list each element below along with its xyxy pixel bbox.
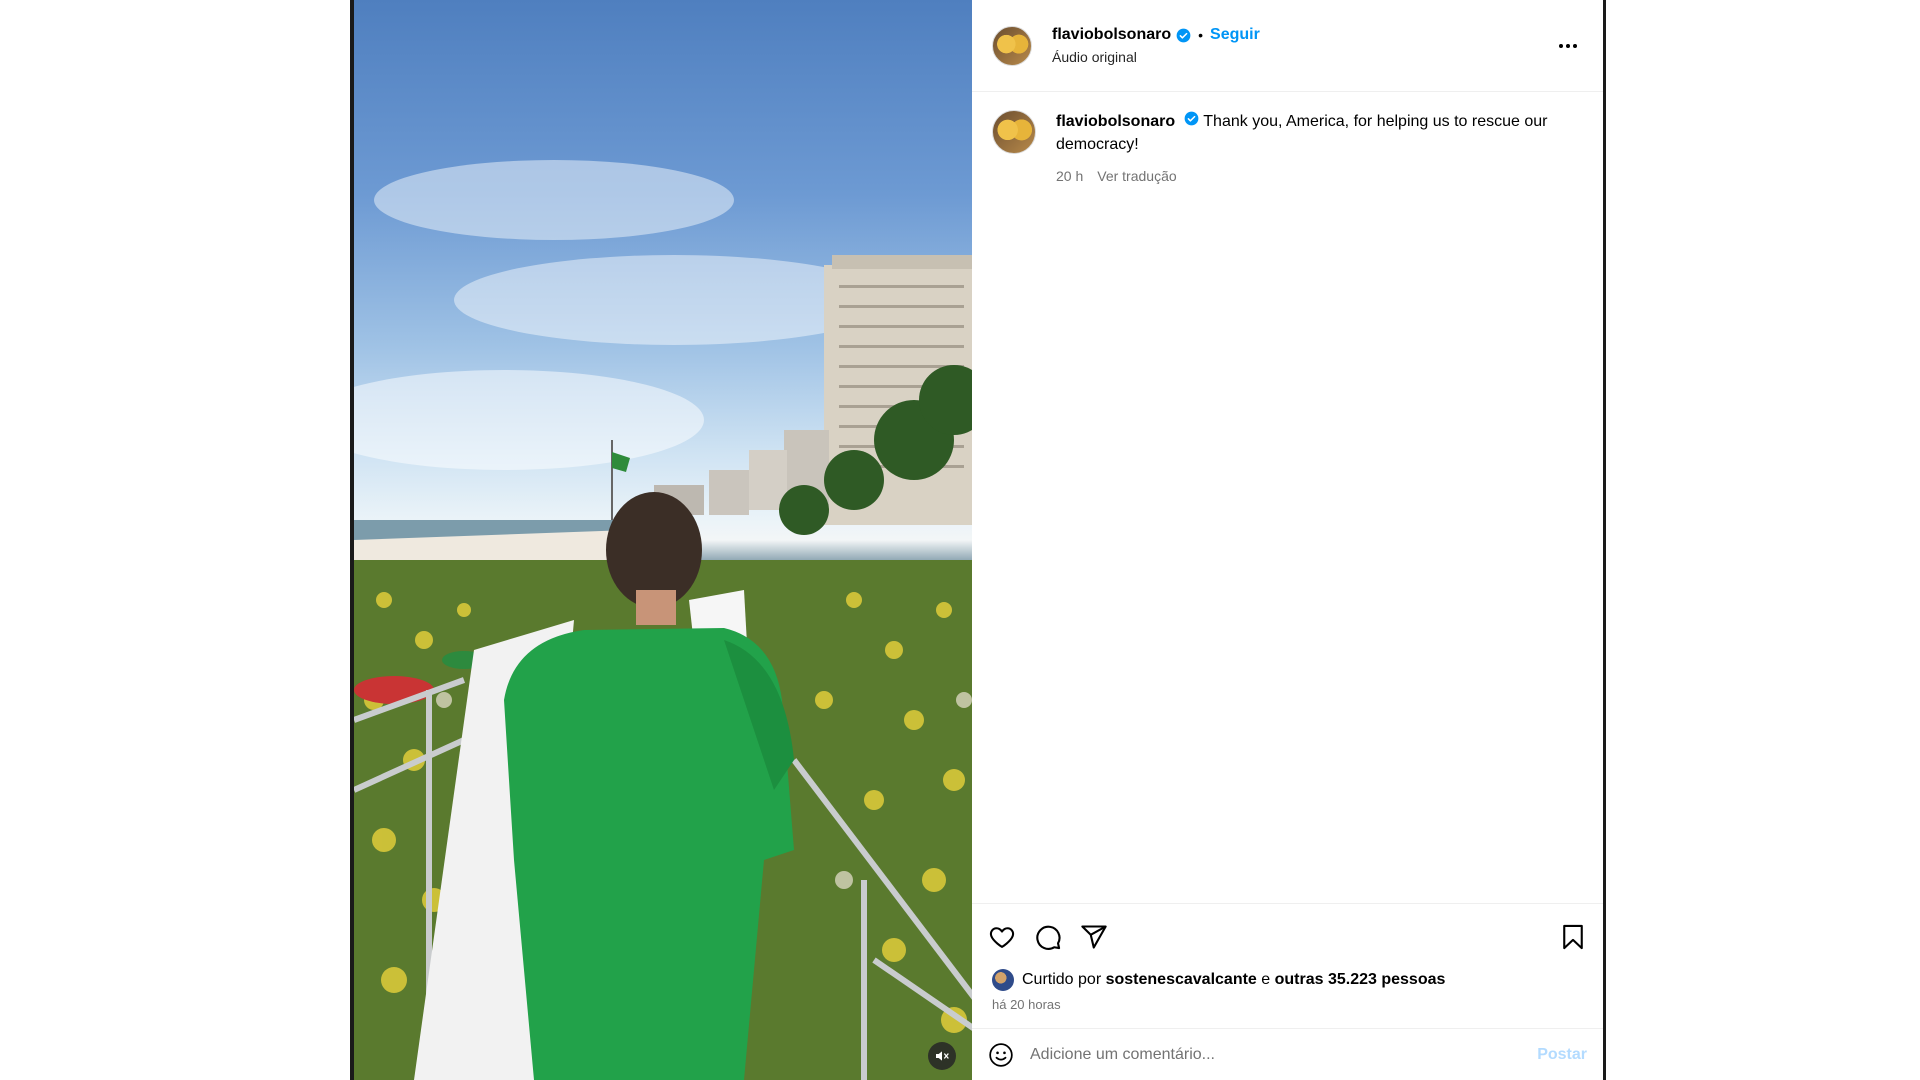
post-comment-button[interactable]: Postar (1537, 1046, 1587, 1064)
likes-connector: e (1261, 971, 1271, 988)
header-text: flaviobolsonaro • Seguir Áudio original (1052, 26, 1260, 65)
post-sidebar: flaviobolsonaro • Seguir Áudio original … (972, 0, 1606, 1080)
caption: flaviobolsonaro Thank you, America, for … (992, 110, 1583, 188)
video-frame (354, 160, 972, 1080)
separator-dot: • (1198, 27, 1204, 43)
caption-area: flaviobolsonaro Thank you, America, for … (972, 92, 1603, 903)
post-video[interactable] (350, 0, 972, 1080)
mute-button[interactable] (928, 1042, 956, 1070)
follow-button[interactable]: Seguir (1210, 26, 1260, 44)
comment-input[interactable] (1030, 1045, 1538, 1064)
caption-avatar[interactable] (992, 110, 1036, 154)
liker-username[interactable]: sostenescavalcante (1106, 971, 1257, 989)
post-dialog: flaviobolsonaro • Seguir Áudio original … (350, 0, 1606, 1080)
comment-icon[interactable] (1034, 923, 1062, 951)
author-username[interactable]: flaviobolsonaro (1052, 26, 1171, 44)
caption-username[interactable]: flaviobolsonaro (1056, 113, 1175, 130)
profile-avatar[interactable] (992, 25, 1032, 66)
caption-age[interactable]: 20 h (1056, 165, 1083, 188)
share-icon[interactable] (1080, 923, 1108, 951)
emoji-icon[interactable] (988, 1042, 1014, 1068)
action-bar (972, 903, 1603, 969)
translate-link[interactable]: Ver tradução (1097, 165, 1176, 188)
post-header: flaviobolsonaro • Seguir Áudio original (972, 0, 1603, 92)
heart-icon[interactable] (988, 923, 1016, 951)
liker-avatar[interactable] (992, 969, 1014, 991)
verified-badge-icon (1184, 111, 1199, 126)
comment-bar: Postar (972, 1028, 1603, 1080)
likes-summary: Curtido por sostenescavalcante e outras … (972, 969, 1603, 991)
muted-speaker-icon (936, 1051, 949, 1061)
likes-prefix: Curtido por (1022, 971, 1102, 988)
header-line: flaviobolsonaro • Seguir (1052, 26, 1260, 44)
caption-body: flaviobolsonaro Thank you, America, for … (1056, 110, 1576, 188)
caption-meta: 20 h Ver tradução (1056, 165, 1576, 188)
bookmark-icon[interactable] (1559, 923, 1587, 951)
audio-label[interactable]: Áudio original (1052, 49, 1260, 65)
verified-badge-icon (1176, 28, 1191, 43)
post-timestamp[interactable]: há 20 horas (972, 991, 1603, 1028)
more-options-icon[interactable] (1553, 38, 1583, 54)
likes-others-link[interactable]: outras 35.223 pessoas (1275, 971, 1446, 989)
